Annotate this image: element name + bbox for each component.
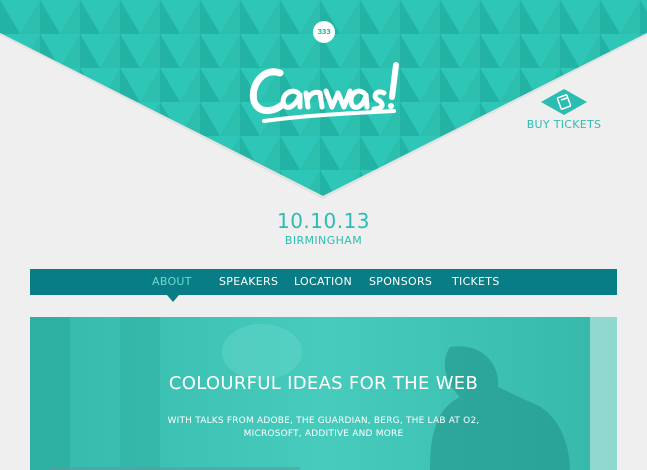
canvas-logo (249, 62, 399, 123)
nav-item-about[interactable]: ABOUT (152, 269, 192, 295)
nav-item-location[interactable]: LOCATION (294, 269, 352, 295)
event-date: 10.10.13 (276, 209, 371, 233)
buy-tickets-label: BUY TICKETS (526, 118, 602, 131)
event-city: BIRMINGHAM (284, 234, 363, 247)
buy-tickets-link[interactable]: BUY TICKETS (522, 88, 606, 131)
hero-banner: COLOURFUL IDEAS FOR THE WEB WITH TALKS F… (30, 317, 617, 470)
event-badge: 333 (313, 21, 335, 43)
nav-item-speakers[interactable]: SPEAKERS (219, 269, 278, 295)
main-nav: ABOUT SPEAKERS LOCATION SPONSORS TICKETS (30, 269, 617, 302)
nav-item-sponsors[interactable]: SPONSORS (369, 269, 432, 295)
badge-label: 333 (317, 28, 331, 36)
nav-item-tickets[interactable]: TICKETS (452, 269, 500, 295)
ticket-icon (541, 89, 587, 115)
banner-title: COLOURFUL IDEAS FOR THE WEB (168, 373, 479, 394)
banner-subtitle: WITH TALKS FROM ADOBE, THE GUARDIAN, BER… (167, 416, 480, 439)
active-nav-caret (167, 295, 179, 302)
